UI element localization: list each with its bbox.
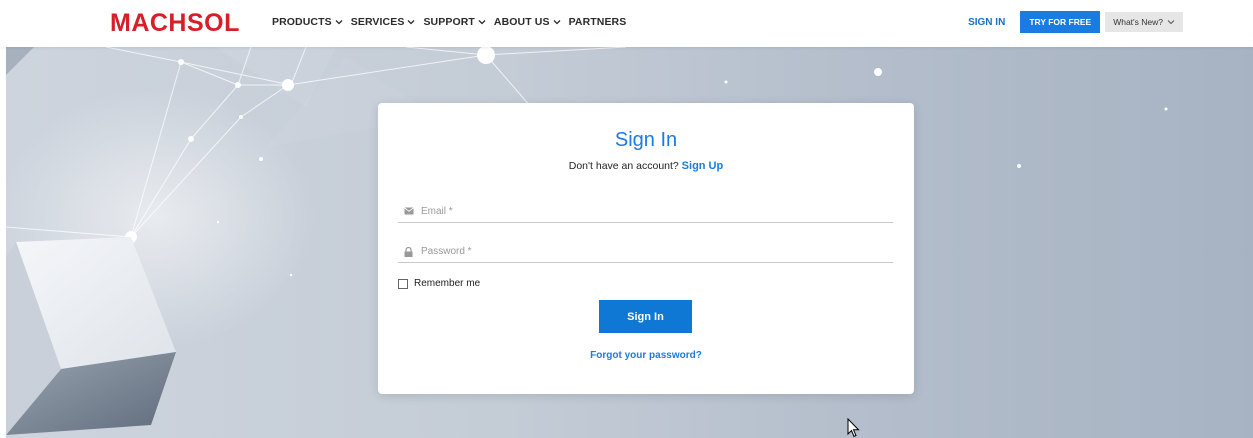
whats-new-label: What's New?: [1113, 17, 1163, 27]
try-for-free-button[interactable]: TRY FOR FREE: [1020, 11, 1101, 33]
password-field[interactable]: [398, 241, 893, 263]
nav-services[interactable]: SERVICES: [351, 16, 416, 28]
sign-up-link[interactable]: Sign Up: [682, 160, 724, 172]
lock-icon: [404, 246, 414, 257]
machsol-logo[interactable]: MACHSOL: [110, 9, 240, 38]
remember-me[interactable]: Remember me: [398, 278, 480, 289]
nav-support[interactable]: SUPPORT: [423, 16, 486, 28]
chevron-down-icon: [1167, 19, 1175, 25]
envelope-icon: [404, 206, 414, 217]
header-sign-in-link[interactable]: SIGN IN: [968, 17, 1005, 28]
page-title: Sign In: [614, 129, 678, 151]
email-input[interactable]: [421, 206, 861, 217]
email-field[interactable]: [398, 201, 893, 223]
nav-label: ABOUT US: [493, 16, 550, 28]
nav-about-us[interactable]: ABOUT US: [494, 16, 561, 28]
chevron-down-icon: [478, 19, 486, 25]
header-actions: SIGN IN TRY FOR FREE What's New?: [968, 11, 1183, 33]
whats-new-dropdown[interactable]: What's New?: [1105, 12, 1183, 32]
nav-label: SUPPORT: [423, 16, 475, 28]
chevron-down-icon: [335, 19, 343, 25]
password-input[interactable]: [421, 246, 861, 257]
sign-in-card: Sign In Don't have an account? Sign Up R…: [378, 103, 914, 394]
mouse-cursor-icon: [847, 417, 861, 438]
main-nav: PRODUCTS SERVICES SUPPORT ABOUT US PARTN…: [272, 16, 634, 28]
nav-label: SERVICES: [350, 16, 405, 28]
sign-in-button[interactable]: Sign In: [599, 300, 692, 333]
remember-me-checkbox[interactable]: [398, 278, 408, 289]
site-header: MACHSOL PRODUCTS SERVICES SUPPORT ABOUT …: [0, 0, 1253, 47]
nav-partners[interactable]: PARTNERS: [569, 16, 627, 28]
signup-prompt: Don't have an account?: [568, 160, 679, 172]
nav-label: PARTNERS: [568, 16, 627, 28]
nav-label: PRODUCTS: [272, 16, 332, 28]
nav-products[interactable]: PRODUCTS: [272, 16, 343, 28]
chevron-down-icon: [407, 19, 415, 25]
remember-me-label: Remember me: [414, 278, 481, 289]
chevron-down-icon: [553, 19, 561, 25]
forgot-password-link[interactable]: Forgot your password?: [378, 350, 914, 361]
signup-prompt-row: Don't have an account? Sign Up: [378, 160, 914, 172]
